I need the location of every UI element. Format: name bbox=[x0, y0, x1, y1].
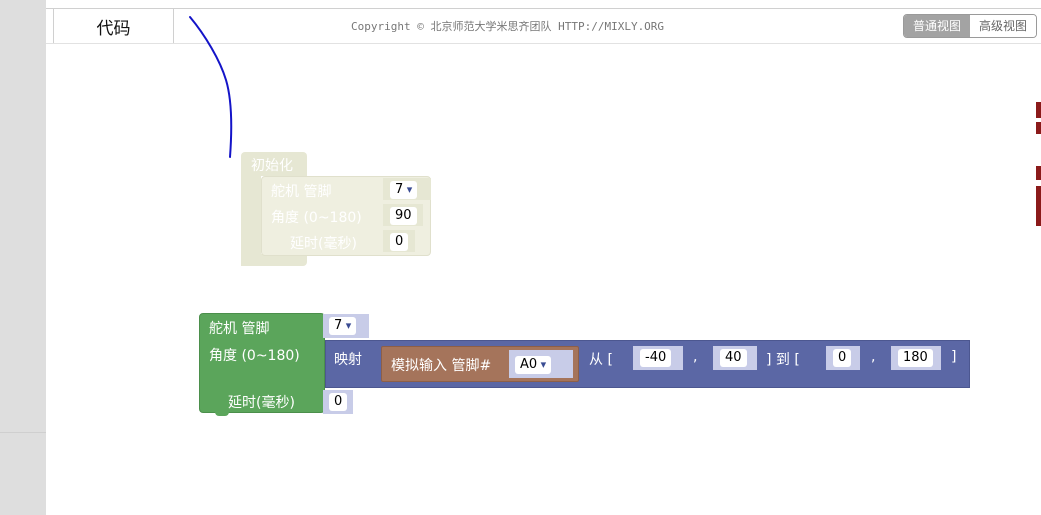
map-comma-2: , bbox=[871, 349, 876, 365]
servo-angle-label: 角度 (0~180) bbox=[209, 348, 300, 364]
pen-annotation-stroke bbox=[189, 16, 233, 158]
faded-servo-pin-dropdown[interactable]: 7 bbox=[390, 181, 418, 199]
map-from-high-input[interactable]: 40 bbox=[720, 349, 747, 367]
map-label: 映射 bbox=[334, 352, 362, 368]
servo-pin-label: 舵机 管脚 bbox=[209, 321, 270, 337]
map-to-high-input[interactable]: 180 bbox=[898, 349, 933, 367]
map-comma-1: , bbox=[693, 349, 698, 365]
analog-pin-dropdown[interactable]: A0 bbox=[515, 356, 552, 374]
faded-angle-input[interactable]: 90 bbox=[390, 207, 417, 225]
map-to-label: ] 到 [ bbox=[766, 352, 800, 368]
servo-pin-dropdown[interactable]: 7 bbox=[329, 317, 357, 335]
faded-delay-label: 延时(毫秒) bbox=[290, 236, 357, 252]
faded-angle-label: 角度 (0~180) bbox=[271, 210, 362, 226]
servo-delay-label: 延时(毫秒) bbox=[228, 395, 295, 411]
map-from-low-input[interactable]: -40 bbox=[640, 349, 672, 367]
map-to-low-input[interactable]: 0 bbox=[833, 349, 852, 367]
map-from-label: 从 [ bbox=[589, 352, 613, 368]
servo-delay-input[interactable]: 0 bbox=[329, 393, 348, 411]
analog-input-label: 模拟输入 管脚# bbox=[391, 358, 492, 374]
map-close-bracket: ] bbox=[951, 349, 957, 365]
faded-delay-input[interactable]: 0 bbox=[390, 233, 409, 251]
faded-servo-label: 舵机 管脚 bbox=[271, 184, 332, 200]
init-block-title: 初始化 bbox=[251, 158, 293, 174]
